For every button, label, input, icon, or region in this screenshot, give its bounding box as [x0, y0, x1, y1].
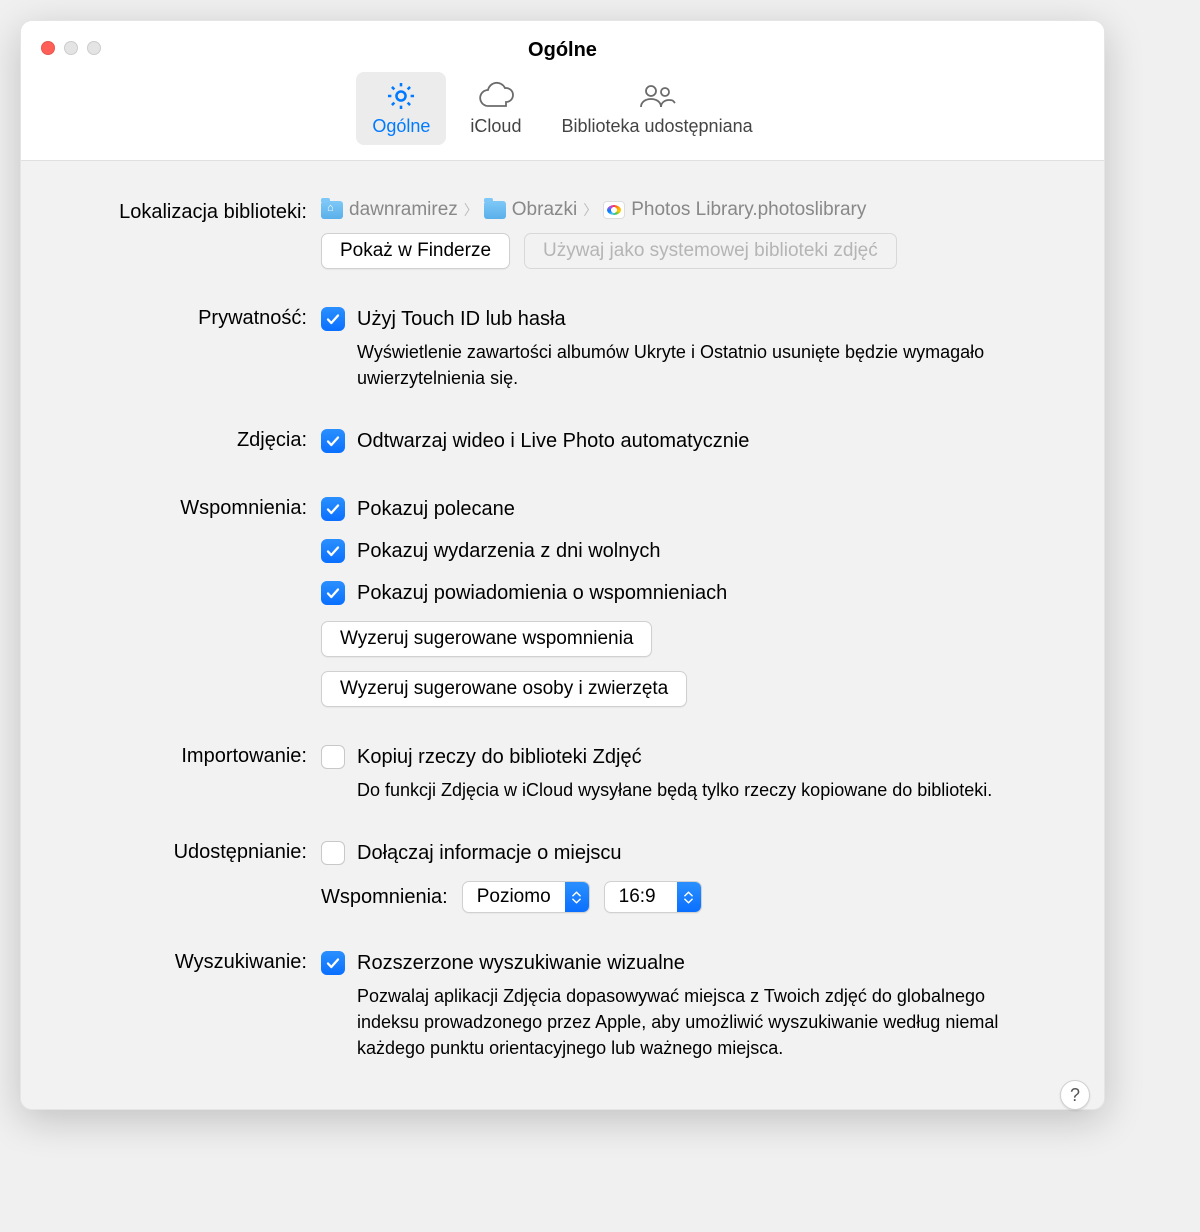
tab-general-label: Ogólne [372, 116, 430, 137]
select-ratio-value: 16:9 [605, 886, 677, 908]
updown-arrows-icon [565, 882, 589, 912]
row-sharing: Udostępnianie: Dołączaj informacje o mie… [21, 839, 1060, 913]
importing-description: Do funkcji Zdjęcia w iCloud wysyłane będ… [357, 777, 1060, 803]
help-button[interactable]: ? [1060, 1080, 1090, 1110]
label-privacy: Prywatność: [21, 305, 321, 330]
select-ratio[interactable]: 16:9 [604, 881, 702, 913]
row-memories: Wspomnienia: Pokazuj polecane Pokazuj wy… [21, 495, 1060, 707]
label-photos: Zdjęcia: [21, 427, 321, 452]
checkbox-show-notifications-label: Pokazuj powiadomienia o wspomnieniach [357, 579, 727, 607]
row-importing: Importowanie: Kopiuj rzeczy do bibliotek… [21, 743, 1060, 803]
label-memories-sub: Wspomnienia: [321, 886, 448, 909]
updown-arrows-icon [677, 882, 701, 912]
label-importing: Importowanie: [21, 743, 321, 768]
chevron-right-icon: 〉 [464, 200, 478, 220]
tab-icloud[interactable]: iCloud [454, 72, 537, 145]
breadcrumb: dawnramirez 〉 Obrazki 〉 Photos Library.p… [321, 199, 1060, 221]
checkbox-show-notifications[interactable] [321, 581, 345, 605]
breadcrumb-segment[interactable]: dawnramirez [349, 199, 458, 221]
breadcrumb-segment[interactable]: Obrazki [512, 199, 577, 221]
row-library-location: Lokalizacja biblioteki: dawnramirez 〉 Ob… [21, 199, 1060, 269]
label-sharing: Udostępnianie: [21, 839, 321, 864]
zoom-window-button[interactable] [87, 41, 101, 55]
row-privacy: Prywatność: Użyj Touch ID lub hasła Wyśw… [21, 305, 1060, 391]
label-memories: Wspomnienia: [21, 495, 321, 520]
checkbox-include-location-label: Dołączaj informacje o miejscu [357, 839, 622, 867]
reset-memories-button[interactable]: Wyzeruj sugerowane wspomnienia [321, 621, 652, 657]
tab-shared-library[interactable]: Biblioteka udostępniana [545, 72, 768, 145]
checkbox-show-featured-label: Pokazuj polecane [357, 495, 515, 523]
checkbox-enhanced-search-label: Rozszerzone wyszukiwanie wizualne [357, 949, 685, 977]
gear-icon [384, 78, 418, 114]
checkbox-show-featured[interactable] [321, 497, 345, 521]
breadcrumb-segment[interactable]: Photos Library.photoslibrary [631, 199, 866, 221]
photos-library-icon [603, 201, 625, 219]
search-description: Pozwalaj aplikacji Zdjęcia dopasowywać m… [357, 983, 1060, 1061]
traffic-lights [41, 41, 101, 55]
select-orientation-value: Poziomo [463, 886, 565, 908]
checkbox-include-location[interactable] [321, 841, 345, 865]
checkbox-touchid-label: Użyj Touch ID lub hasła [357, 305, 566, 333]
label-search: Wyszukiwanie: [21, 949, 321, 974]
checkbox-show-holidays[interactable] [321, 539, 345, 563]
folder-icon [484, 201, 506, 219]
tab-icloud-label: iCloud [470, 116, 521, 137]
use-as-system-library-button: Używaj jako systemowej biblioteki zdjęć [524, 233, 897, 269]
titlebar: Ogólne Ogólne iCloud [21, 21, 1104, 161]
home-folder-icon [321, 201, 343, 219]
show-in-finder-button[interactable]: Pokaż w Finderze [321, 233, 510, 269]
people-icon [635, 78, 679, 114]
checkbox-copy-import-label: Kopiuj rzeczy do biblioteki Zdjęć [357, 743, 642, 771]
checkbox-show-holidays-label: Pokazuj wydarzenia z dni wolnych [357, 537, 661, 565]
cloud-icon [476, 78, 516, 114]
row-photos: Zdjęcia: Odtwarzaj wideo i Live Photo au… [21, 427, 1060, 459]
preferences-window: Ogólne Ogólne iCloud [20, 20, 1105, 1110]
close-window-button[interactable] [41, 41, 55, 55]
reset-people-button[interactable]: Wyzeruj sugerowane osoby i zwierzęta [321, 671, 687, 707]
checkbox-touchid[interactable] [321, 307, 345, 331]
tab-shared-label: Biblioteka udostępniana [561, 116, 752, 137]
label-library-location: Lokalizacja biblioteki: [21, 199, 321, 224]
row-search: Wyszukiwanie: Rozszerzone wyszukiwanie w… [21, 949, 1060, 1061]
checkbox-autoplay[interactable] [321, 429, 345, 453]
checkbox-enhanced-search[interactable] [321, 951, 345, 975]
toolbar-tabs: Ogólne iCloud [21, 72, 1104, 145]
privacy-description: Wyświetlenie zawartości albumów Ukryte i… [357, 339, 1060, 391]
minimize-window-button[interactable] [64, 41, 78, 55]
tab-general[interactable]: Ogólne [356, 72, 446, 145]
chevron-right-icon: 〉 [583, 200, 597, 220]
content-area: Lokalizacja biblioteki: dawnramirez 〉 Ob… [21, 161, 1104, 1109]
checkbox-copy-import[interactable] [321, 745, 345, 769]
select-orientation[interactable]: Poziomo [462, 881, 590, 913]
window-title: Ogólne [21, 21, 1104, 62]
checkbox-autoplay-label: Odtwarzaj wideo i Live Photo automatyczn… [357, 427, 749, 455]
